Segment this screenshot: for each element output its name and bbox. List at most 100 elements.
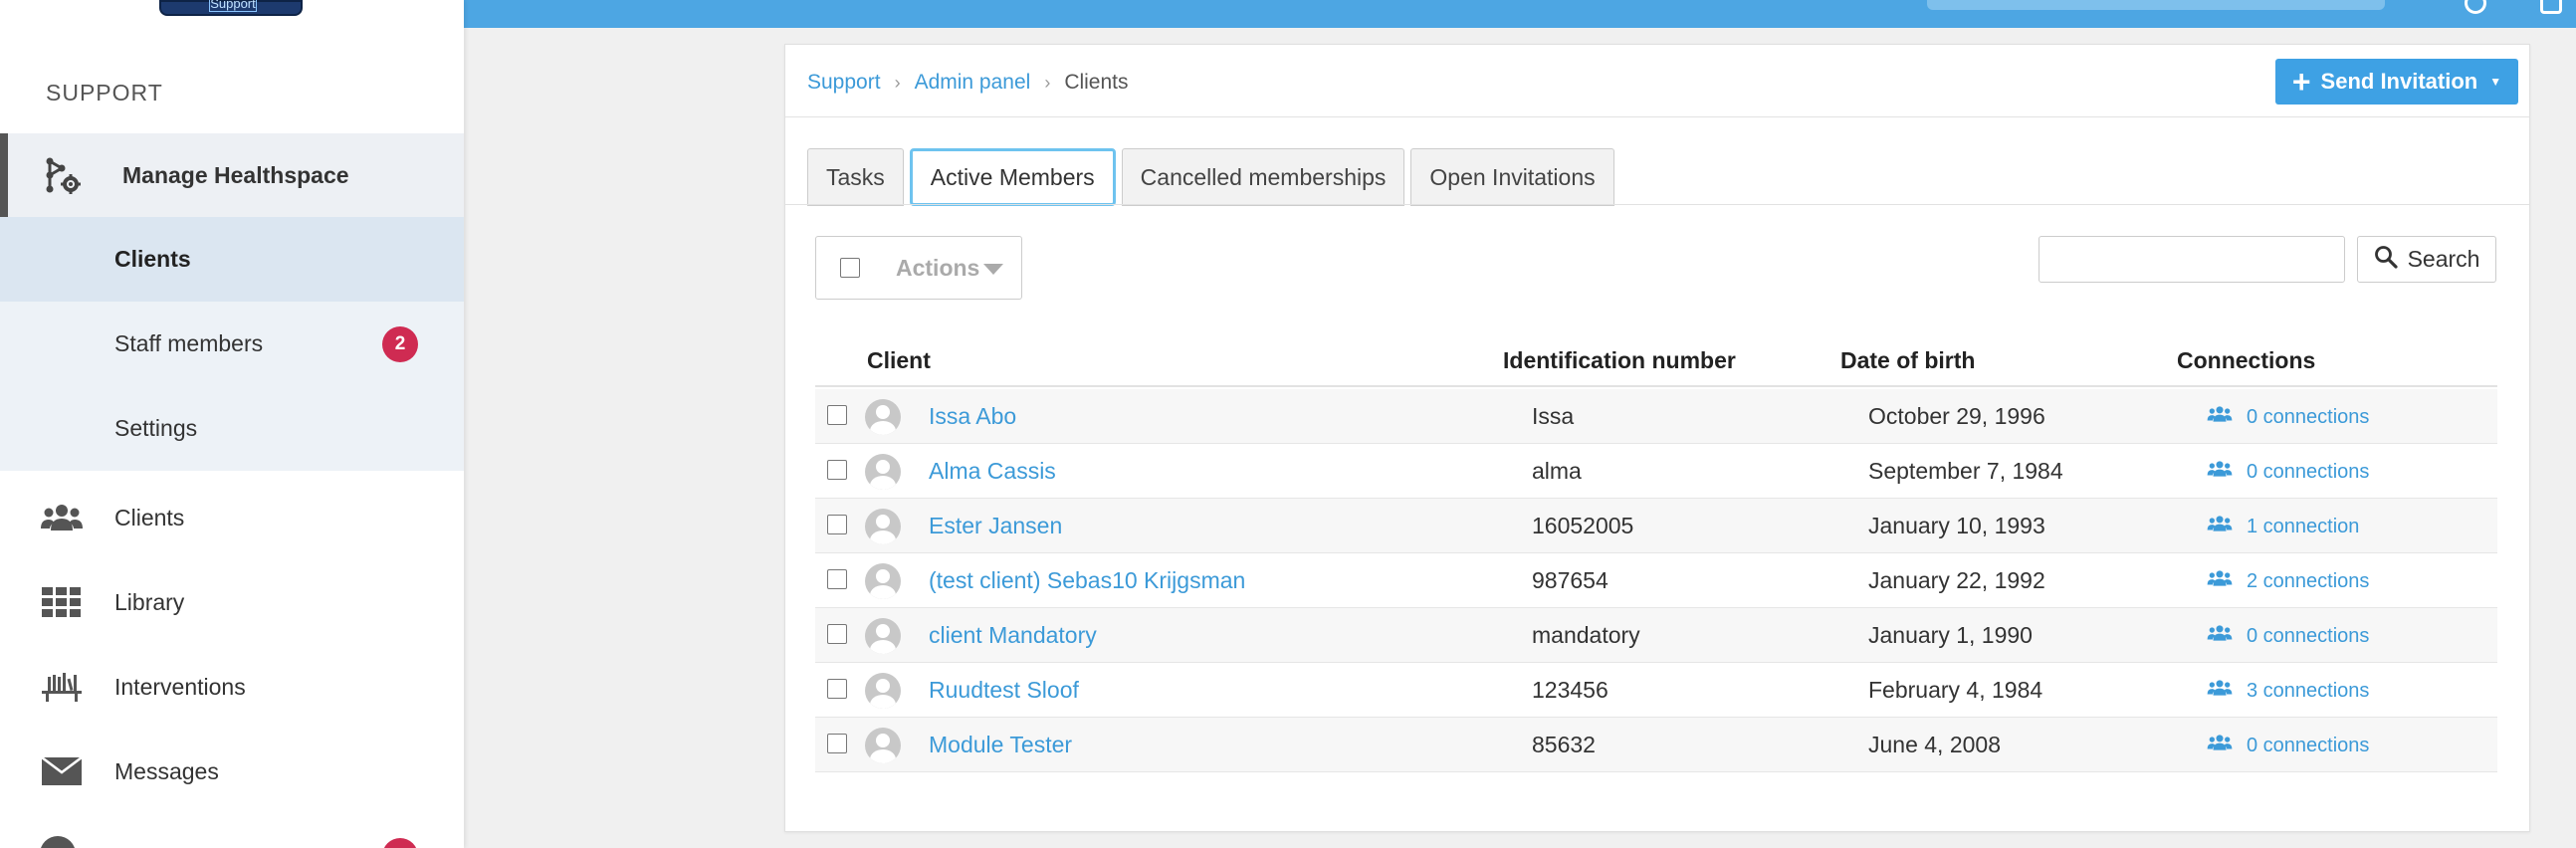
users-icon	[2207, 460, 2233, 484]
users-icon	[2207, 569, 2233, 593]
connections-link[interactable]: 0 connections	[2207, 624, 2369, 648]
identification-number: alma	[1532, 458, 1582, 484]
row-checkbox[interactable]	[827, 569, 847, 589]
row-checkbox[interactable]	[827, 405, 847, 425]
sidebar-item-label: Staff members	[114, 330, 264, 356]
send-invitation-label: Send Invitation	[2320, 69, 2478, 94]
client-name-link[interactable]: Alma Cassis	[929, 458, 1056, 485]
breadcrumb-link-admin-panel[interactable]: Admin panel	[915, 71, 1031, 95]
date-of-birth: June 4, 2008	[1868, 732, 2002, 757]
row-checkbox[interactable]	[827, 515, 847, 534]
table-row: Module Tester 85632 June 4, 2008 0 connecti…	[815, 718, 2497, 772]
sidebar-item-interventions[interactable]: Interventions	[0, 645, 464, 729]
caret-down-icon[interactable]	[983, 264, 1003, 275]
help-icon[interactable]	[2465, 0, 2486, 14]
tab-tasks[interactable]: Tasks	[807, 148, 904, 206]
identification-number: 987654	[1532, 567, 1609, 593]
envelope-icon	[40, 751, 84, 791]
connections-link[interactable]: 0 connections	[2207, 460, 2369, 484]
divider	[785, 204, 2529, 205]
connections-link[interactable]: 0 connections	[2207, 405, 2369, 429]
bulk-actions: Actions	[815, 236, 1022, 300]
avatar	[865, 399, 901, 435]
breadcrumb-current: Clients	[1064, 71, 1129, 94]
grid-icon	[40, 582, 84, 622]
search-button[interactable]: Search	[2357, 236, 2496, 283]
connections-link[interactable]: 2 connections	[2207, 569, 2369, 593]
avatar	[865, 454, 901, 490]
identification-number: mandatory	[1532, 622, 1640, 648]
date-of-birth: February 4, 1984	[1868, 677, 2043, 703]
user-menu-icon[interactable]	[2540, 0, 2562, 14]
table-row: Issa Abo Issa October 29, 1996 0 connection…	[815, 389, 2497, 444]
connections-label: 0 connections	[2247, 734, 2370, 756]
bookshelf-icon	[40, 667, 84, 707]
connections-link[interactable]: 1 connection	[2207, 515, 2359, 538]
notification-badge	[382, 838, 418, 848]
table-row: client Mandatory mandatory January 1, 1990…	[815, 608, 2497, 663]
row-checkbox[interactable]	[827, 460, 847, 480]
users-icon	[2207, 515, 2233, 538]
avatar	[865, 618, 901, 654]
date-of-birth: January 22, 1992	[1868, 567, 2045, 593]
top-bar	[464, 0, 2576, 28]
chevron-right-icon: ›	[1044, 72, 1051, 93]
sidebar-subitem-settings[interactable]: Settings	[0, 386, 464, 471]
actions-dropdown[interactable]: Actions	[896, 255, 979, 282]
connections-label: 0 connections	[2247, 624, 2370, 647]
table-header: Client Identification number Date of bir…	[815, 343, 2497, 387]
sidebar-item-messages[interactable]: Messages	[0, 730, 464, 813]
sidebar-section-title: SUPPORT	[46, 80, 163, 106]
connections-link[interactable]: 0 connections	[2207, 734, 2369, 757]
logo[interactable]: Support	[159, 0, 303, 16]
client-name-link[interactable]: Ruudtest Sloof	[929, 677, 1079, 704]
sidebar: Support SUPPORT Manage Healthspace Clien…	[0, 0, 464, 848]
column-header-connections: Connections	[2177, 347, 2316, 373]
avatar	[865, 728, 901, 763]
row-checkbox[interactable]	[827, 679, 847, 699]
divider	[785, 116, 2529, 117]
row-checkbox[interactable]	[827, 734, 847, 753]
select-all-checkbox[interactable]	[840, 258, 860, 278]
sidebar-item-manage-healthspace[interactable]: Manage Healthspace	[0, 133, 464, 217]
connections-label: 2 connections	[2247, 569, 2370, 592]
avatar	[865, 673, 901, 709]
breadcrumb: Support › Admin panel › Clients	[807, 71, 1129, 95]
network-gear-icon	[40, 155, 84, 195]
sidebar-item-clients[interactable]: Clients	[0, 476, 464, 559]
date-of-birth: January 1, 1990	[1868, 622, 2033, 648]
sidebar-item-label: Manage Healthspace	[122, 161, 349, 188]
caret-down-icon: ▼	[2489, 75, 2502, 89]
tab-active-members[interactable]: Active Members	[909, 148, 1116, 206]
client-name-link[interactable]: Module Tester	[929, 732, 1072, 758]
client-name-link[interactable]: (test client) Sebas10 Krijgsman	[929, 567, 1245, 594]
sidebar-subitem-staff-members[interactable]: Staff members 2	[0, 302, 464, 386]
tab-open-invitations[interactable]: Open Invitations	[1410, 148, 1614, 206]
tab-cancelled-memberships[interactable]: Cancelled memberships	[1121, 148, 1405, 206]
breadcrumb-link-support[interactable]: Support	[807, 71, 881, 95]
sidebar-subitem-clients[interactable]: Clients	[0, 217, 464, 302]
avatar-icon[interactable]	[40, 836, 76, 848]
sidebar-item-library[interactable]: Library	[0, 560, 464, 644]
column-header-client[interactable]: Client	[867, 347, 931, 374]
users-icon	[2207, 734, 2233, 757]
connections-label: 3 connections	[2247, 679, 2370, 702]
column-header-date-of-birth[interactable]: Date of birth	[1840, 347, 1975, 374]
date-of-birth: October 29, 1996	[1868, 403, 2045, 429]
row-checkbox[interactable]	[827, 624, 847, 644]
identification-number: 85632	[1532, 732, 1596, 757]
users-icon	[2207, 679, 2233, 703]
connections-label: 0 connections	[2247, 460, 2370, 483]
global-search-input[interactable]	[1927, 0, 2385, 10]
search-input[interactable]	[2039, 236, 2345, 283]
send-invitation-button[interactable]: + Send Invitation ▼	[2275, 59, 2518, 105]
table-row: Ester Jansen 16052005 January 10, 1993 1 co…	[815, 499, 2497, 553]
column-header-identification-number[interactable]: Identification number	[1503, 347, 1736, 374]
client-name-link[interactable]: client Mandatory	[929, 622, 1097, 649]
table-row: (test client) Sebas10 Krijgsman 987654 Jan…	[815, 553, 2497, 608]
client-name-link[interactable]: Issa Abo	[929, 403, 1016, 430]
connections-label: 0 connections	[2247, 405, 2370, 428]
client-name-link[interactable]: Ester Jansen	[929, 513, 1062, 539]
connections-link[interactable]: 3 connections	[2207, 679, 2369, 703]
magnifier-icon	[2374, 245, 2398, 275]
